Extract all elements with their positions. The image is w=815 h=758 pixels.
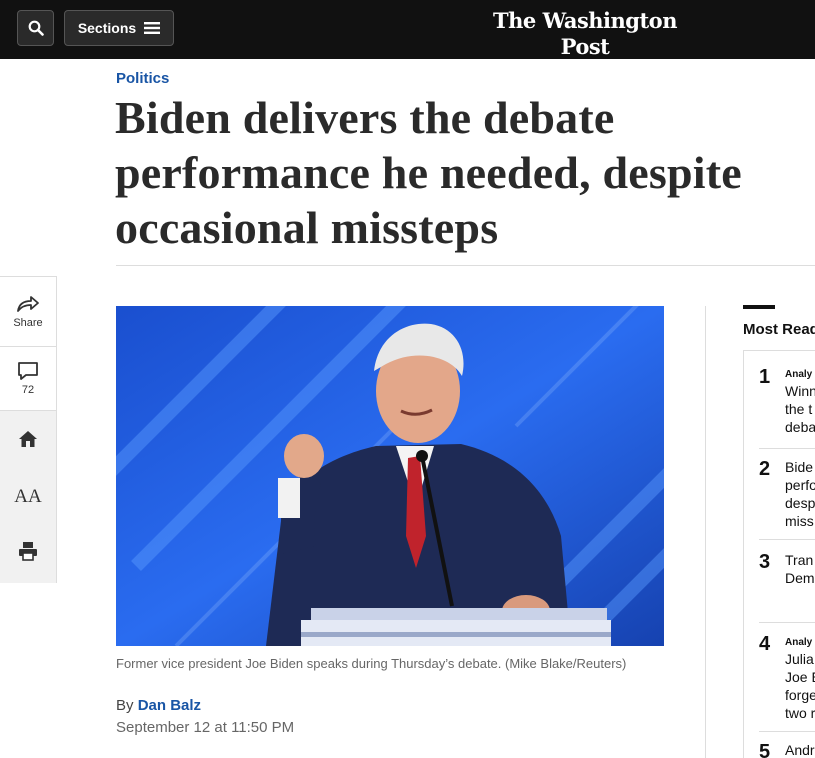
most-read-rank: 3 xyxy=(759,551,771,573)
home-icon xyxy=(19,431,37,447)
sections-label: Sections xyxy=(77,20,137,36)
most-read-line: deba xyxy=(785,419,815,435)
comment-icon xyxy=(18,362,38,380)
most-read-line: Andr xyxy=(785,742,815,758)
most-read-line: the t xyxy=(785,401,813,417)
share-button[interactable]: Share xyxy=(0,277,56,347)
masthead-logo[interactable]: The Washington Post Democracy Dies in Da… xyxy=(470,8,700,77)
most-read-line: forge xyxy=(785,687,815,703)
byline-prefix: By xyxy=(116,697,134,714)
most-read-line: Tran xyxy=(785,552,814,568)
share-rail: Share 72 AA xyxy=(0,276,57,583)
font-size-button[interactable]: AA xyxy=(0,477,56,517)
most-read-line: desp xyxy=(785,495,815,511)
byline: By Dan Balz xyxy=(116,697,201,714)
site-tagline: Democracy Dies in Darkness xyxy=(508,61,662,76)
most-read-title: Most Read xyxy=(743,321,815,338)
most-read-text: Tran Dem xyxy=(785,551,815,587)
most-read-text: Andr xyxy=(785,741,815,758)
most-read-rank: 4 xyxy=(759,633,771,655)
headline-line: performance he needed, despite xyxy=(115,147,742,198)
most-read-separator xyxy=(759,539,815,540)
most-read-line: Joe E xyxy=(785,669,815,685)
analysis-tag: Analy xyxy=(785,369,813,380)
most-read-line: perfo xyxy=(785,477,815,493)
most-read-line: Dem xyxy=(785,570,815,586)
share-label: Share xyxy=(13,316,43,329)
most-read-separator xyxy=(759,622,815,623)
lead-photo[interactable] xyxy=(116,306,664,646)
most-read-rank: 1 xyxy=(759,366,771,388)
most-read-line: Julia xyxy=(785,651,814,667)
section-kicker[interactable]: Politics xyxy=(116,70,169,87)
most-read-accent-bar xyxy=(743,305,775,309)
most-read-line: two r xyxy=(785,705,815,721)
comments-button[interactable]: 72 xyxy=(0,347,56,411)
most-read-rank: 2 xyxy=(759,458,771,480)
author-link[interactable]: Dan Balz xyxy=(138,697,201,714)
analysis-tag: Analy xyxy=(785,637,813,648)
most-read-text: Bide perfo desp miss xyxy=(785,458,815,530)
top-nav-bar: Sections The Washington Post Democracy D… xyxy=(0,0,815,76)
most-read-text: Analy Julia Joe E forge two r xyxy=(785,632,815,722)
share-icon xyxy=(17,295,39,312)
header-divider xyxy=(116,265,815,266)
article-headline: Biden delivers the debate performance he… xyxy=(115,90,815,255)
search-button[interactable] xyxy=(17,10,54,46)
font-size-icon: AA xyxy=(14,486,42,507)
most-read-rank: 5 xyxy=(759,741,771,758)
search-icon xyxy=(28,20,44,36)
hamburger-icon xyxy=(144,22,161,34)
site-logo: The Washington Post xyxy=(493,8,677,59)
print-button[interactable] xyxy=(0,531,56,571)
most-read-separator xyxy=(759,448,815,449)
sections-button[interactable]: Sections xyxy=(64,10,174,46)
most-read-text: Analy Winn the t deba xyxy=(785,364,815,436)
most-read-line: Winn xyxy=(785,383,815,399)
most-read-line: Bide xyxy=(785,459,814,475)
photo-caption: Former vice president Joe Biden speaks d… xyxy=(116,656,627,671)
headline-line: occasional missteps xyxy=(115,202,499,253)
print-icon xyxy=(19,542,37,561)
home-button[interactable] xyxy=(0,419,56,459)
comment-count: 72 xyxy=(21,384,35,396)
most-read-separator xyxy=(759,731,815,732)
publish-timestamp: September 12 at 11:50 PM xyxy=(116,719,295,736)
debate-photo-image xyxy=(116,306,664,646)
headline-line: Biden delivers the debate xyxy=(115,92,615,143)
most-read-line: miss xyxy=(785,513,814,529)
column-divider xyxy=(705,306,706,758)
